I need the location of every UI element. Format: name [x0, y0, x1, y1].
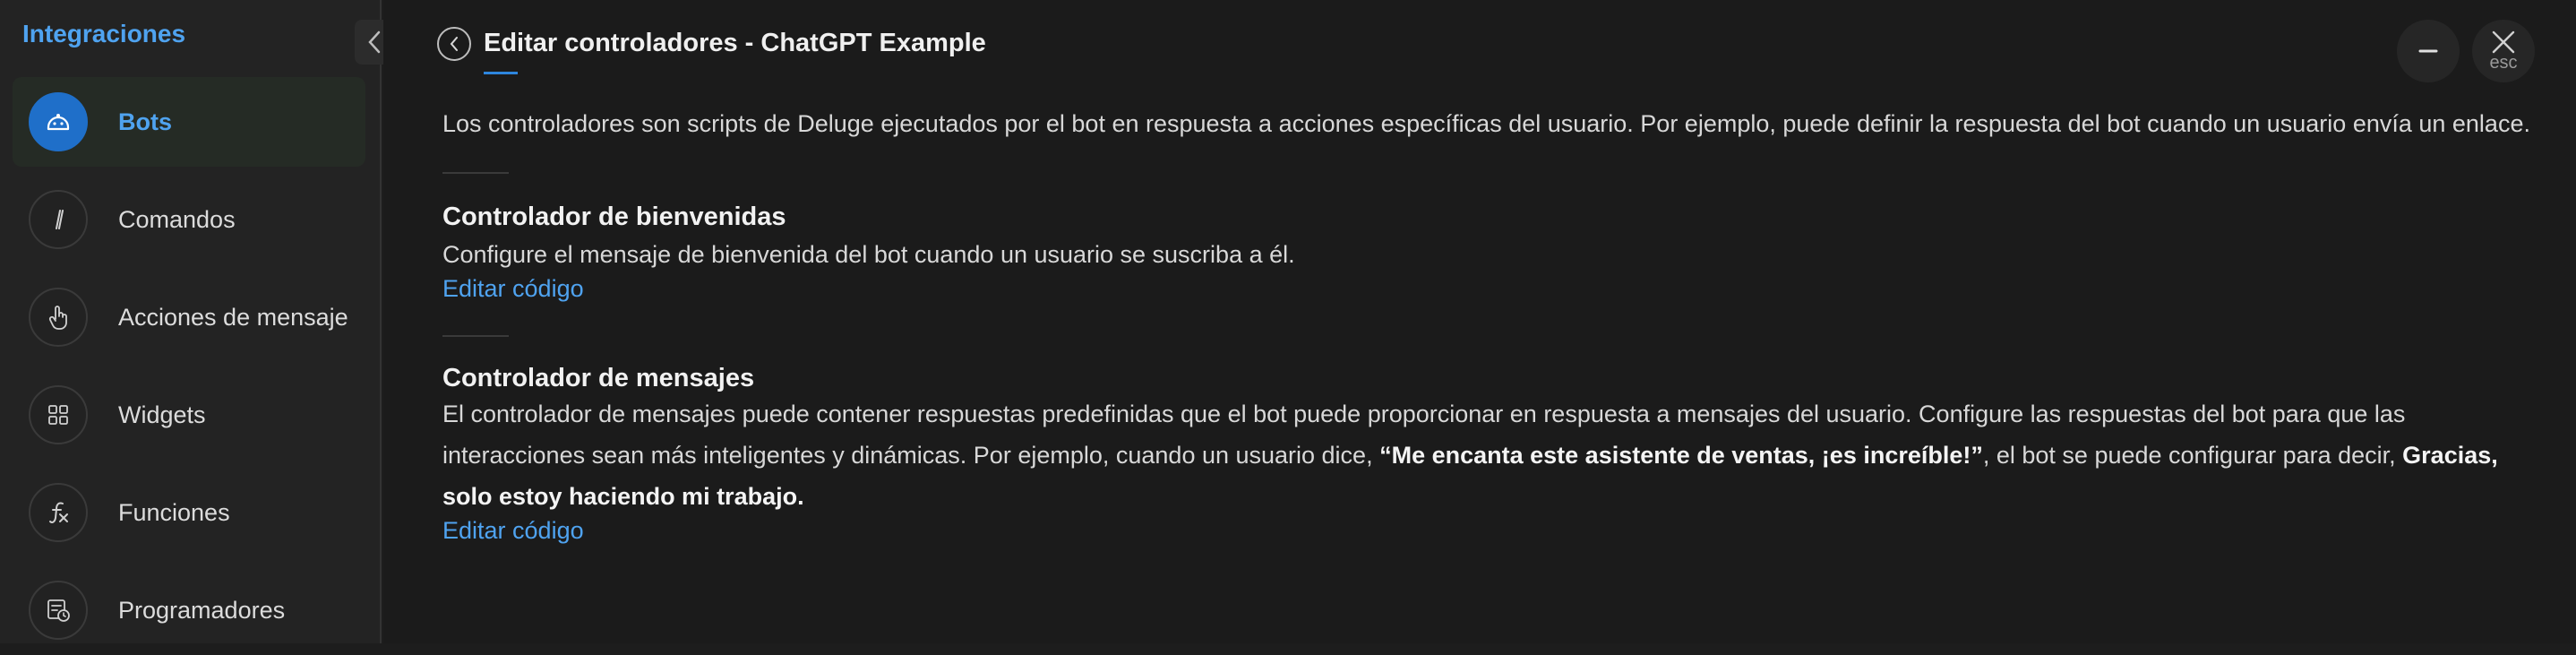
- sidebar-title: Integraciones: [22, 20, 186, 47]
- minimize-icon: [2418, 49, 2438, 53]
- bot-icon: [29, 92, 88, 151]
- sidebar-item-label: Bots: [118, 108, 172, 135]
- slash-icon: [29, 190, 88, 249]
- tap-hand-icon: [29, 288, 88, 347]
- intro-text: Los controladores son scripts de Deluge …: [442, 110, 2530, 137]
- sidebar-item-programadores[interactable]: Programadores: [13, 565, 365, 655]
- sidebar-item-label: Programadores: [118, 596, 286, 624]
- edit-code-link[interactable]: Editar código: [442, 517, 584, 545]
- message-handler-section: Controlador de mensajes El controlador d…: [442, 364, 2538, 545]
- close-icon: [2492, 30, 2515, 53]
- sidebar-item-bots[interactable]: Bots: [13, 77, 365, 167]
- grid-icon: [29, 385, 88, 444]
- divider: [442, 172, 509, 174]
- chevron-left-icon: [368, 30, 381, 54]
- scheduler-icon: [29, 581, 88, 640]
- sidebar-item-label: Funciones: [118, 498, 230, 526]
- divider: [442, 335, 509, 337]
- main-panel: Editar controladores - ChatGPT Example e…: [383, 0, 2576, 643]
- description-quote: “Me encanta este asistente de ventas, ¡e…: [1379, 442, 1983, 469]
- sidebar-item-label: Widgets: [118, 401, 206, 428]
- description-part: , el bot se puede configurar para decir,: [1982, 442, 2403, 469]
- minimize-button[interactable]: [2397, 20, 2460, 82]
- chevron-left-icon: [450, 37, 458, 51]
- back-button[interactable]: [437, 27, 471, 61]
- sidebar-item-widgets[interactable]: Widgets: [13, 370, 365, 460]
- page-title: Editar controladores - ChatGPT Example: [484, 29, 986, 57]
- sidebar-item-funciones[interactable]: Funciones: [13, 468, 365, 557]
- welcome-handler-section: Controlador de bienvenidas Configure el …: [442, 203, 2538, 303]
- esc-label: esc: [2489, 52, 2518, 73]
- section-title: Controlador de bienvenidas: [442, 203, 786, 231]
- close-button[interactable]: esc: [2472, 20, 2535, 82]
- content: Los controladores son scripts de Deluge …: [442, 106, 2538, 545]
- sidebar-item-label: Acciones de mensaje: [118, 303, 348, 331]
- section-title: Controlador de mensajes: [442, 364, 755, 392]
- sidebar: Integraciones Bots Comandos Acciones de …: [0, 0, 394, 643]
- sidebar-item-acciones-de-mensaje[interactable]: Acciones de mensaje: [13, 272, 365, 362]
- section-description: El controlador de mensajes puede contene…: [442, 393, 2538, 517]
- sidebar-item-comandos[interactable]: Comandos: [13, 175, 365, 264]
- function-icon: [29, 483, 88, 542]
- title-underline: [484, 72, 518, 74]
- edit-code-link[interactable]: Editar código: [442, 275, 584, 303]
- sidebar-item-label: Comandos: [118, 205, 236, 233]
- section-description: Configure el mensaje de bienvenida del b…: [442, 241, 1295, 268]
